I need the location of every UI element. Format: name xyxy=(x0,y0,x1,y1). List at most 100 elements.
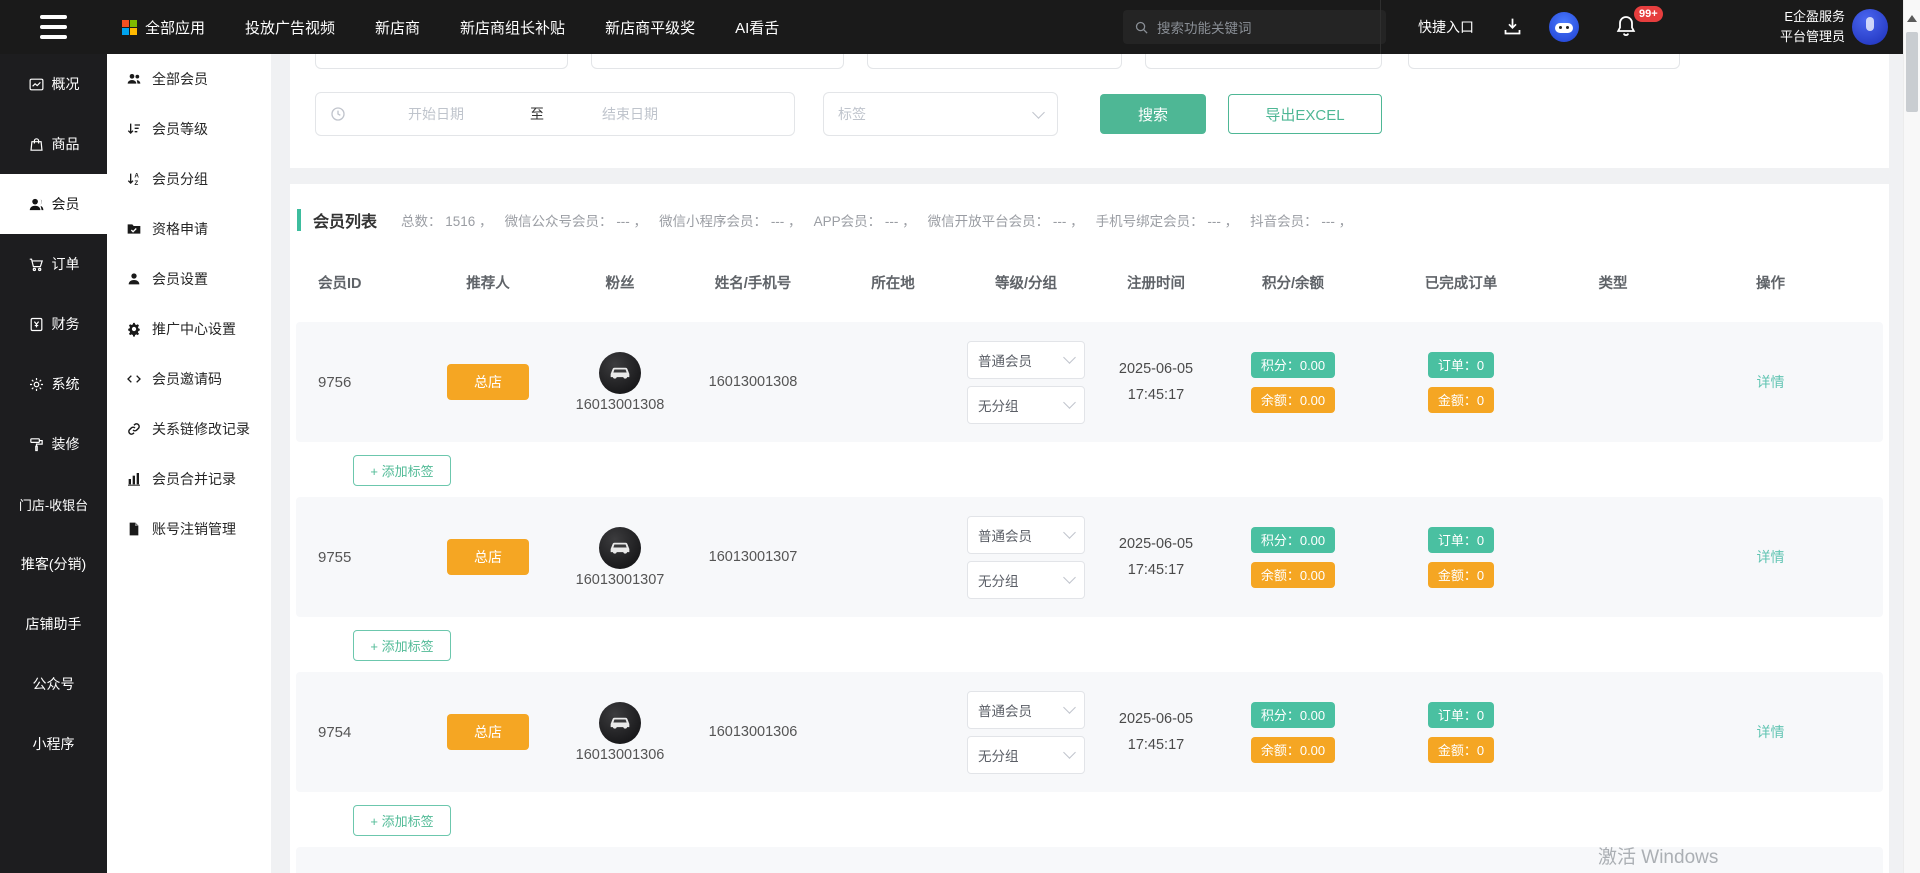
sidebar-item-mini-program[interactable]: 小程序 xyxy=(0,714,107,774)
referrer-badge[interactable]: 总店 xyxy=(447,539,529,575)
detail-link[interactable]: 详情 xyxy=(1757,374,1785,390)
sidebar-item-decorate[interactable]: 装修 xyxy=(0,414,107,474)
fans-phone: 16013001306 xyxy=(576,747,665,763)
amount-tag: 金额：0 xyxy=(1428,562,1494,588)
submenu-all-members[interactable]: 全部会员 xyxy=(107,54,271,104)
member-avatar[interactable] xyxy=(599,527,641,569)
account-file-icon xyxy=(126,521,142,537)
level-select[interactable]: 普通会员 xyxy=(967,341,1085,379)
date-range-picker[interactable]: 开始日期 至 结束日期 xyxy=(315,92,795,136)
level-select[interactable]: 普通会员 xyxy=(967,691,1085,729)
balance-tag: 余额：0.00 xyxy=(1251,387,1335,413)
add-tag-button[interactable]: + 添加标签 xyxy=(353,455,451,486)
amount-tag: 金额：0 xyxy=(1428,737,1494,763)
detail-link[interactable]: 详情 xyxy=(1757,549,1785,565)
member-submenu: 全部会员 会员等级 AZ 会员分组 资格申请 会员设置 推广中心设置 会员邀请码 xyxy=(107,54,271,873)
amount-tag: 金额：0 xyxy=(1428,387,1494,413)
sidebar-item-shop-assistant[interactable]: 店铺助手 xyxy=(0,594,107,654)
overview-icon xyxy=(28,76,45,93)
level-group-cell: 普通会员 无分组 xyxy=(972,516,1080,599)
nav-level-award[interactable]: 新店商平级奖 xyxy=(605,17,695,38)
referrer-badge[interactable]: 总店 xyxy=(447,364,529,400)
date-separator: 至 xyxy=(530,104,544,124)
tag-select[interactable]: 标签 xyxy=(823,92,1058,136)
submenu-qualification[interactable]: 资格申请 xyxy=(107,204,271,254)
member-avatar[interactable] xyxy=(599,702,641,744)
member-id: 9756 xyxy=(296,374,428,391)
register-time: 2025-06-0517:45:17 xyxy=(1080,531,1232,583)
table-row-partial xyxy=(296,847,1883,873)
stat-open-platform: 微信开放平台会员： --- ， xyxy=(928,210,1084,230)
user-info[interactable]: E企盈服务 平台管理员 xyxy=(1780,7,1845,47)
submenu-member-settings[interactable]: 会员设置 xyxy=(107,254,271,304)
submenu-relation-log[interactable]: 关系链修改记录 xyxy=(107,404,271,454)
register-time: 2025-06-0517:45:17 xyxy=(1080,356,1232,408)
submenu-account-cancellation[interactable]: 账号注销管理 xyxy=(107,504,271,554)
chevron-down-icon xyxy=(1032,106,1045,119)
fans-phone: 16013001307 xyxy=(576,572,665,588)
submenu-member-levels[interactable]: 会员等级 xyxy=(107,104,271,154)
nav-leader-subsidy[interactable]: 新店商组长补贴 xyxy=(460,17,565,38)
member-settings-icon xyxy=(126,271,142,287)
submenu-member-groups[interactable]: AZ 会员分组 xyxy=(107,154,271,204)
level-select[interactable]: 普通会员 xyxy=(967,516,1085,554)
sidebar-item-system[interactable]: 系统 xyxy=(0,354,107,414)
members-icon xyxy=(28,196,45,213)
user-avatar[interactable] xyxy=(1852,9,1888,45)
nav-new-shop[interactable]: 新店商 xyxy=(375,17,420,38)
submenu-merge-log[interactable]: 会员合并记录 xyxy=(107,454,271,504)
top-bar: 全部应用 投放广告视频 新店商 新店商组长补贴 新店商平级奖 AI看舌 搜索功能… xyxy=(0,0,1920,54)
scroll-up-arrow-icon[interactable] xyxy=(1907,15,1917,22)
page-scrollbar[interactable] xyxy=(1903,0,1920,873)
chevron-down-icon xyxy=(1063,351,1076,364)
member-name: 16013001307 xyxy=(692,549,814,565)
sidebar-item-overview[interactable]: 概况 xyxy=(0,54,107,114)
merge-log-chart-icon xyxy=(126,471,142,487)
global-search-input[interactable]: 搜索功能关键词 xyxy=(1123,10,1386,44)
referrer-badge[interactable]: 总店 xyxy=(447,714,529,750)
svg-text:Z: Z xyxy=(134,180,138,187)
export-excel-button[interactable]: 导出EXCEL xyxy=(1228,94,1382,134)
stat-phone-bound: 手机号绑定会员： --- ， xyxy=(1096,210,1239,230)
chevron-down-icon xyxy=(1063,571,1076,584)
sidebar-item-finance[interactable]: 财务 xyxy=(0,294,107,354)
list-title: 会员列表 xyxy=(313,208,377,232)
sidebar-item-members[interactable]: 会员 xyxy=(0,174,107,234)
quick-entry-link[interactable]: 快捷入口 xyxy=(1418,0,1474,54)
submenu-promotion-settings[interactable]: 推广中心设置 xyxy=(107,304,271,354)
topbar-divider xyxy=(1380,0,1381,54)
orders-tag: 订单：0 xyxy=(1428,352,1494,378)
user-org: E企盈服务 xyxy=(1780,7,1845,27)
points-tag: 积分：0.00 xyxy=(1251,702,1335,728)
sidebar-item-distribution[interactable]: 推客(分销) xyxy=(0,534,107,594)
nav-ad-video[interactable]: 投放广告视频 xyxy=(245,17,335,38)
top-nav: 全部应用 投放广告视频 新店商 新店商组长补贴 新店商平级奖 AI看舌 xyxy=(122,0,779,54)
group-select[interactable]: 无分组 xyxy=(967,561,1085,599)
sidebar-item-orders[interactable]: 订单 xyxy=(0,234,107,294)
chevron-down-icon xyxy=(1063,396,1076,409)
detail-link[interactable]: 详情 xyxy=(1757,724,1785,740)
table-row: 9756 总店 16013001308 16013001308 普通会员 无分组… xyxy=(296,322,1883,442)
stat-douyin: 抖音会员： --- ， xyxy=(1250,210,1352,230)
download-icon[interactable] xyxy=(1502,16,1523,42)
member-avatar[interactable] xyxy=(599,352,641,394)
nav-ai-tongue[interactable]: AI看舌 xyxy=(735,17,779,38)
level-group-cell: 普通会员 无分组 xyxy=(972,691,1080,774)
group-select[interactable]: 无分组 xyxy=(967,386,1085,424)
sidebar-item-products[interactable]: 商品 xyxy=(0,114,107,174)
nav-all-apps[interactable]: 全部应用 xyxy=(122,17,205,38)
menu-hamburger-icon[interactable] xyxy=(40,15,67,39)
sidebar-item-pos[interactable]: 门店-收银台 xyxy=(0,474,107,534)
search-icon xyxy=(1134,20,1149,35)
points-balance-cell: 积分：0.00 余额：0.00 xyxy=(1232,352,1354,413)
sidebar-item-official-account[interactable]: 公众号 xyxy=(0,654,107,714)
add-tag-button[interactable]: + 添加标签 xyxy=(353,630,451,661)
apps-grid-icon xyxy=(122,20,137,35)
submenu-invite-code[interactable]: 会员邀请码 xyxy=(107,354,271,404)
group-select[interactable]: 无分组 xyxy=(967,736,1085,774)
add-tag-button[interactable]: + 添加标签 xyxy=(353,805,451,836)
scrollbar-thumb[interactable] xyxy=(1906,32,1918,112)
assistant-robot-icon[interactable] xyxy=(1549,12,1579,42)
chevron-down-icon xyxy=(1063,526,1076,539)
search-button[interactable]: 搜索 xyxy=(1100,94,1206,134)
